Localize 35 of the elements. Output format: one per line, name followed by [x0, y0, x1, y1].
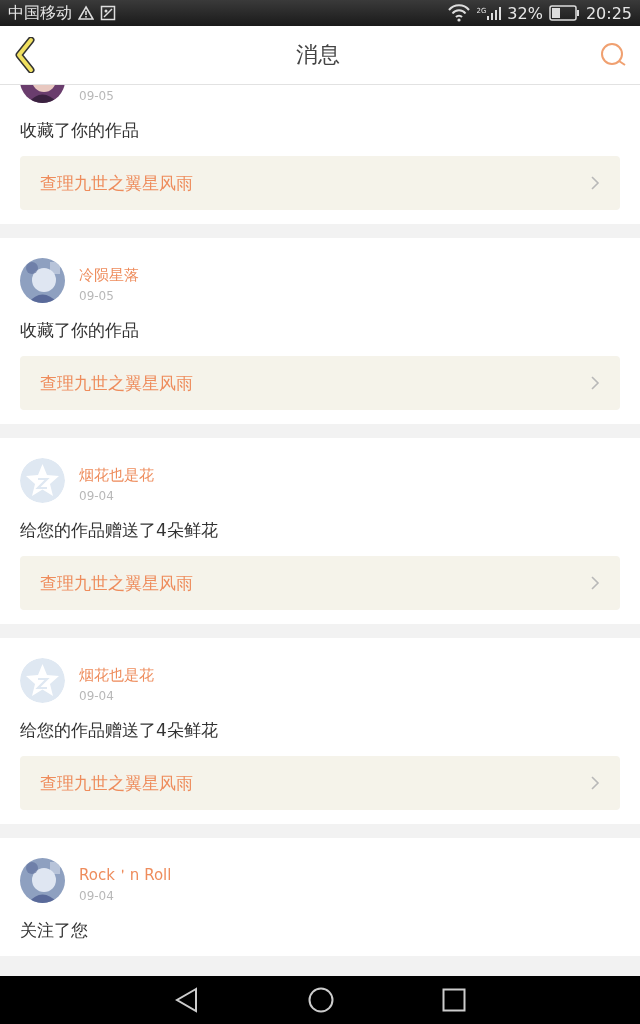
message-text: 关注了您 [20, 919, 89, 942]
message-text: 给您的作品赠送了4朵鲜花 [20, 519, 219, 542]
message-date: 09-04 [79, 889, 115, 903]
warning-icon [78, 5, 94, 21]
recents-icon[interactable] [442, 988, 466, 1012]
work-link[interactable]: 查理九世之翼星风雨 [20, 756, 620, 810]
user-name[interactable]: 烟花也是花 [79, 666, 154, 685]
back-icon[interactable] [14, 37, 36, 73]
work-link[interactable]: 查理九世之翼星风雨 [20, 556, 620, 610]
chevron-right-icon [590, 175, 600, 191]
message-date: 09-04 [79, 689, 115, 703]
battery-icon [548, 5, 580, 21]
user-name[interactable]: Rock＇n Roll [79, 866, 172, 885]
message-date: 09-04 [79, 489, 115, 503]
home-icon[interactable] [308, 987, 334, 1013]
work-link[interactable]: 查理九世之翼星风雨 [20, 156, 620, 210]
wifi-icon [448, 4, 471, 22]
back-icon[interactable] [174, 987, 200, 1013]
chevron-right-icon [590, 575, 600, 591]
work-link[interactable]: 查理九世之翼星风雨 [20, 356, 620, 410]
chevron-right-icon [590, 375, 600, 391]
image-icon [100, 5, 116, 21]
chevron-right-icon [590, 775, 600, 791]
page-title: 消息 [296, 41, 340, 69]
clock-time: 20:25 [585, 3, 632, 23]
carrier-name: 中国移动 [8, 2, 72, 24]
signal-icon [487, 6, 502, 20]
message-text: 收藏了你的作品 [20, 119, 140, 142]
battery-percent: 32% [507, 3, 543, 23]
user-name[interactable]: 冷陨星落 [79, 266, 139, 285]
message-date: 09-05 [79, 89, 114, 103]
message-text: 给您的作品赠送了4朵鲜花 [20, 719, 219, 742]
message-date: 09-05 [79, 289, 115, 303]
user-name[interactable]: 烟花也是花 [79, 466, 154, 485]
message-text: 收藏了你的作品 [20, 319, 140, 342]
